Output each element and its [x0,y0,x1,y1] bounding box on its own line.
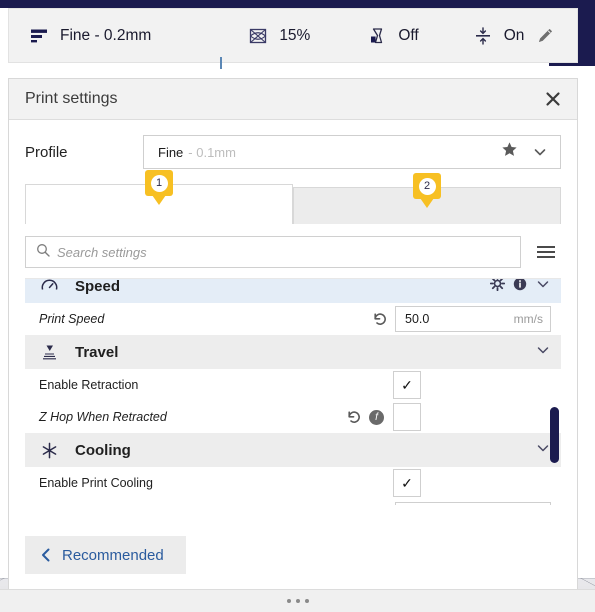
check-icon: ✓ [401,475,413,491]
panel-footer: Recommended [9,521,577,589]
setting-row-fan-speed: Fan Speed 100.0 % [25,499,561,505]
setting-row-enable-retraction: Enable Retraction ✓ [25,369,561,401]
setting-row-z-hop: Z Hop When Retracted f [25,401,561,433]
setting-value-print-speed[interactable]: 50.0 mm/s [395,306,551,332]
setting-label-z-hop: Z Hop When Retracted [39,410,167,424]
print-settings-panel: Print settings Profile Fine - 0.1mm 1 2 … [8,78,578,590]
setting-row-enable-print-cooling: Enable Print Cooling ✓ [25,467,561,499]
page-title: Print settings [25,90,118,107]
setting-value-fan-speed[interactable]: 100.0 % [395,502,551,505]
hamburger-icon[interactable] [531,237,561,267]
viewport-top-strip [0,0,595,8]
settings-category-speed-label: Speed [75,278,121,295]
travel-icon [37,341,61,363]
setting-label-enable-retraction: Enable Retraction [39,378,139,392]
profile-label: Profile [25,143,68,161]
tab-badge-1-number: 1 [150,174,168,192]
fx-icon[interactable]: f [369,409,384,425]
toolbar-support-label: Off [398,26,419,44]
toolbar-edit-button[interactable] [533,9,557,62]
settings-category-travel[interactable]: Travel [25,335,561,369]
chevron-down-icon[interactable] [535,279,551,297]
setting-unit-print-speed: mm/s [513,312,543,326]
search-input[interactable]: Search settings [25,236,521,268]
chevron-down-icon[interactable] [532,144,548,160]
settings-category-travel-label: Travel [75,343,119,361]
chevron-down-icon[interactable] [535,440,551,461]
settings-category-cooling-label: Cooling [75,441,131,459]
settings-tabs: 1 2 [25,170,561,224]
toolbar-item-support[interactable]: Off [365,9,419,62]
infill-icon [246,24,270,48]
cooling-icon [37,439,61,461]
speed-icon [37,279,61,297]
star-icon[interactable] [501,141,518,163]
toolbar-item-layer-height[interactable]: Fine - 0.2mm [27,9,151,62]
search-placeholder: Search settings [57,244,147,260]
setting-checkbox-z-hop[interactable] [393,403,421,431]
pencil-icon [533,24,557,48]
tab-custom-1[interactable]: 1 [25,170,293,224]
profile-select[interactable]: Fine - 0.1mm [143,135,561,169]
check-icon: ✓ [401,377,413,393]
toolbar-item-infill[interactable]: 15% [246,9,310,62]
profile-value-sub: - 0.1mm [188,144,236,160]
close-icon[interactable] [541,87,565,111]
chevron-left-icon [39,547,53,563]
panel-header: Print settings [9,79,577,120]
settings-list[interactable]: Speed Print Speed 50.0 mm/s Travel Enabl… [25,278,561,505]
tab-badge-2-number: 2 [418,177,436,195]
revert-icon[interactable] [372,311,388,327]
print-setup-toolbar[interactable]: Fine - 0.2mm 15% Off On [8,8,578,63]
profile-row: Profile Fine - 0.1mm [9,120,577,184]
setting-label-enable-print-cooling: Enable Print Cooling [39,476,153,490]
toolbar-layer-height-label: Fine - 0.2mm [60,26,152,44]
setting-value-print-speed-number: 50.0 [405,312,430,326]
setting-checkbox-enable-print-cooling[interactable]: ✓ [393,469,421,497]
toolbar-item-adhesion[interactable]: On [471,9,525,62]
support-icon [365,24,389,48]
toolbar-adhesion-label: On [503,26,525,44]
setting-row-print-speed: Print Speed 50.0 mm/s [25,303,561,335]
info-icon[interactable] [513,279,527,296]
layer-height-icon [27,24,51,48]
search-icon [36,243,50,262]
revert-icon[interactable] [346,409,362,425]
profile-value-name: Fine [158,144,184,160]
recommended-button-label: Recommended [62,546,164,564]
settings-scrollbar[interactable] [550,407,559,463]
toolbar-infill-label: 15% [279,26,311,44]
recommended-button[interactable]: Recommended [25,536,186,574]
tab-badge-2: 2 [413,173,441,199]
drag-dots-icon[interactable] [0,589,595,612]
setting-checkbox-enable-retraction[interactable]: ✓ [393,371,421,399]
search-row: Search settings [25,232,561,272]
toolbar-panel-connector [220,57,222,69]
setting-label-print-speed: Print Speed [39,312,105,326]
settings-category-cooling[interactable]: Cooling [25,433,561,467]
chevron-down-icon[interactable] [535,342,551,363]
adhesion-icon [471,24,495,48]
tab-custom-2[interactable]: 2 [293,173,561,224]
tab-badge-1: 1 [145,170,173,196]
app-window: Fine - 0.2mm 15% Off On Print settings P… [0,0,595,612]
settings-category-speed[interactable]: Speed [25,278,561,303]
gear-icon[interactable] [489,279,506,296]
